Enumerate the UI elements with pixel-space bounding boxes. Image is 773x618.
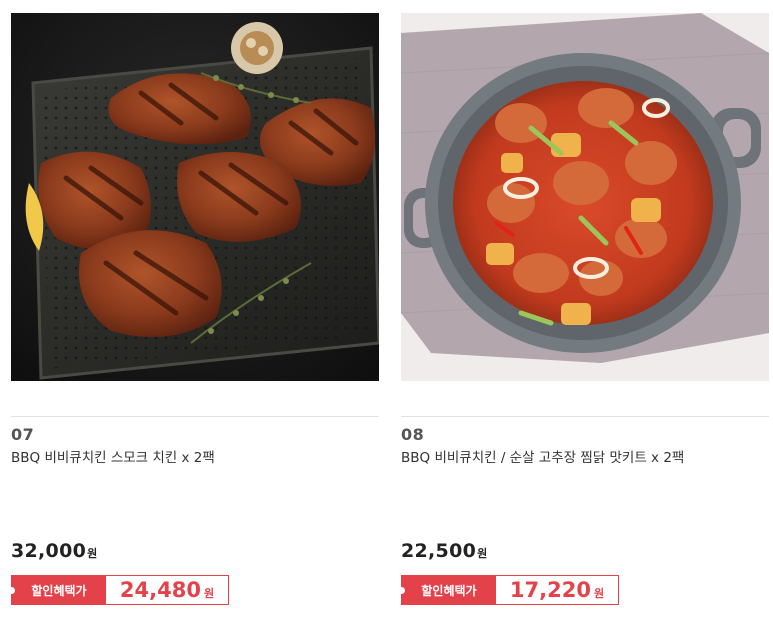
discount-price-box: 할인혜택가 24,480 원 xyxy=(8,575,229,605)
product-title[interactable]: BBQ 비비큐치킨 / 순살 고추장 찜닭 맛키트 x 2팩 xyxy=(401,446,684,466)
original-price-value: 32,000 xyxy=(11,540,87,562)
original-price-value: 22,500 xyxy=(401,540,477,562)
discount-price-box: 할인혜택가 17,220 원 xyxy=(398,575,619,605)
badge-notch xyxy=(8,587,15,594)
product-number: 08 xyxy=(401,425,425,444)
original-price: 32,000원 xyxy=(11,540,98,562)
discount-badge: 할인혜택가 xyxy=(8,576,106,604)
discount-price: 17,220 원 xyxy=(496,576,618,604)
original-price: 22,500원 xyxy=(401,540,488,562)
original-price-unit: 원 xyxy=(477,547,488,560)
product-card-08[interactable]: 08 BBQ 비비큐치킨 / 순살 고추장 찜닭 맛키트 x 2팩 22,500… xyxy=(398,13,769,613)
discount-label: 할인혜택가 xyxy=(31,583,87,598)
discount-price: 24,480 원 xyxy=(106,576,228,604)
product-image-smoked-chicken[interactable] xyxy=(11,13,379,381)
discount-badge: 할인혜택가 xyxy=(398,576,496,604)
badge-notch xyxy=(398,587,405,594)
discount-price-unit: 원 xyxy=(593,587,605,600)
discount-price-unit: 원 xyxy=(203,587,215,600)
product-number: 07 xyxy=(11,425,35,444)
card-divider xyxy=(401,416,769,417)
discount-price-value: 17,220 xyxy=(509,578,591,602)
discount-price-value: 24,480 xyxy=(119,578,201,602)
original-price-unit: 원 xyxy=(87,547,98,560)
product-card-07[interactable]: 07 BBQ 비비큐치킨 스모크 치킨 x 2팩 32,000원 할인혜택가 2… xyxy=(8,13,379,613)
product-image-braised-chicken[interactable] xyxy=(401,13,769,381)
product-title[interactable]: BBQ 비비큐치킨 스모크 치킨 x 2팩 xyxy=(11,446,215,466)
card-divider xyxy=(11,416,379,417)
discount-label: 할인혜택가 xyxy=(421,583,477,598)
